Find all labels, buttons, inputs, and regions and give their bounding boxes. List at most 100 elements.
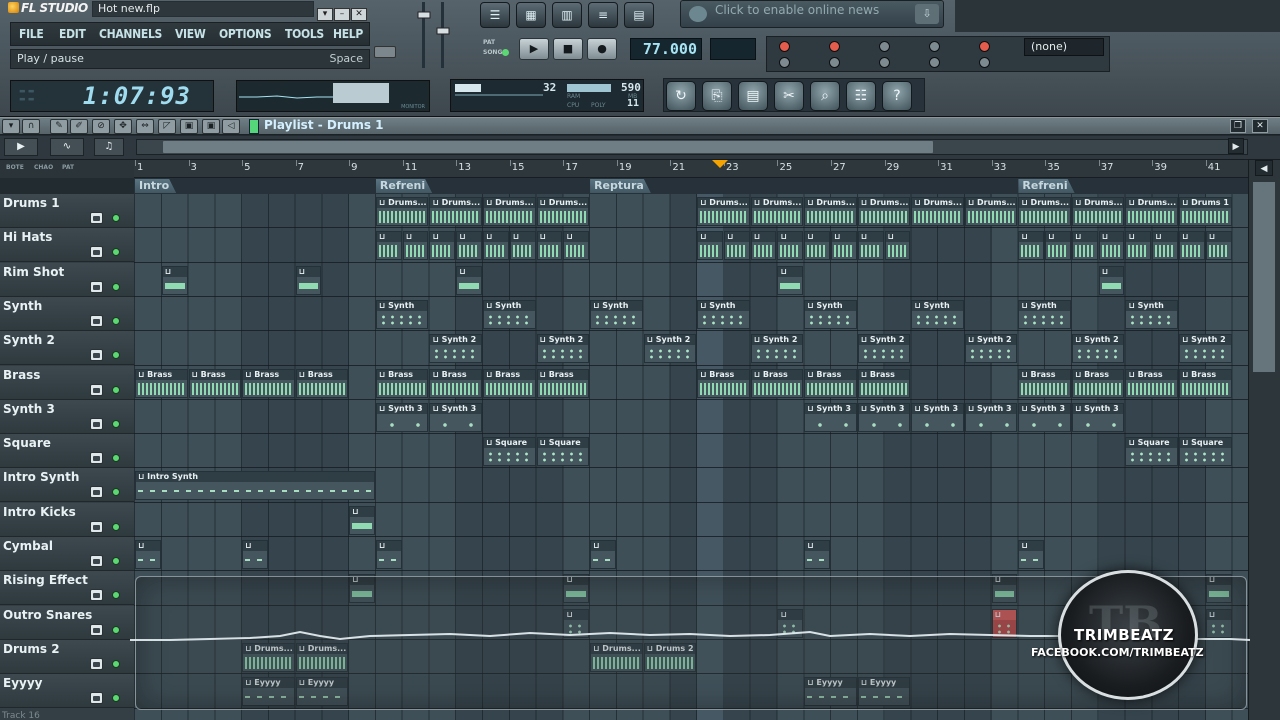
pattern-clip[interactable]: ⊔ — [723, 231, 750, 261]
maximize-icon[interactable]: ❐ — [1230, 119, 1246, 133]
pattern-clip[interactable]: ⊔ — [1205, 231, 1232, 261]
track-mute-led[interactable] — [112, 282, 120, 291]
pattern-clip[interactable]: ⊔ — [295, 265, 322, 295]
pattern-clip[interactable]: ⊔ Brass — [242, 368, 295, 398]
pattern-clip[interactable]: ⊔ — [242, 540, 268, 569]
menu-tools[interactable]: TOOLS — [285, 27, 324, 41]
pattern-clip[interactable]: ⊔ — [1179, 231, 1205, 261]
pattern-clip[interactable]: ⊔ Drums... — [1018, 197, 1071, 226]
lock-icon[interactable] — [90, 486, 103, 499]
pattern-clip[interactable]: ⊔ Drums 1 — [1179, 197, 1232, 226]
play-truncated-icon[interactable]: ▶ — [4, 138, 38, 156]
track-mute-led[interactable] — [112, 214, 120, 222]
pattern-clip[interactable]: ⊔ — [750, 231, 777, 261]
track-mute-led[interactable] — [112, 557, 120, 565]
pattern-clip[interactable]: ⊔ Synth 2 — [964, 334, 1018, 364]
horizontal-scrollbar[interactable] — [136, 139, 1248, 155]
scroll-up-icon[interactable]: ◀ — [1255, 160, 1273, 176]
master-volume-fader[interactable] — [414, 0, 454, 72]
pattern-clip[interactable]: ⊔ Brass — [295, 368, 349, 398]
pattern-clip[interactable]: ⊔ Synth — [1125, 299, 1179, 329]
menu-edit[interactable]: EDIT — [59, 27, 86, 41]
download-icon[interactable]: ⇩ — [915, 4, 939, 24]
menu-file[interactable]: FILE — [19, 27, 44, 41]
track-mute-led[interactable] — [112, 625, 120, 634]
pattern-clip[interactable]: ⊔ Brass — [1018, 368, 1071, 398]
pattern-clip[interactable]: ⊔ Drums... — [911, 197, 964, 226]
pattern-clip[interactable]: ⊔ — [857, 231, 884, 261]
snap-selector[interactable]: (none) — [1024, 38, 1104, 56]
pattern-clip[interactable]: ⊔ Drums... — [429, 197, 482, 226]
scroll-led[interactable] — [929, 57, 940, 68]
pattern-clip[interactable]: ⊔ — [1071, 231, 1098, 261]
track-header[interactable]: Hi Hats — [0, 228, 134, 263]
cut-icon[interactable]: ✂ — [774, 81, 804, 111]
pattern-clip[interactable]: ⊔ — [1152, 231, 1179, 261]
pattern-clip[interactable]: ⊔ Synth — [1018, 299, 1071, 329]
pattern-clip[interactable]: ⊔ Square — [1179, 437, 1232, 467]
pattern-clip[interactable]: ⊔ — [804, 540, 831, 569]
track-header[interactable]: Drums 1 — [0, 194, 134, 228]
track-mute-led[interactable] — [112, 488, 120, 497]
slip-icon[interactable]: ✥ — [114, 119, 132, 134]
select-icon[interactable]: ◸ — [158, 119, 176, 134]
track-header[interactable]: Rim Shot — [0, 262, 134, 297]
lock-icon[interactable] — [90, 555, 103, 567]
step-sequencer-shortcut-icon[interactable]: ▦ — [516, 2, 546, 28]
blend-led[interactable] — [929, 41, 940, 52]
pattern-clip[interactable]: ⊔ — [697, 231, 723, 261]
loop-record-led[interactable] — [879, 57, 890, 68]
playback-icon[interactable]: ▣ — [202, 119, 220, 134]
pattern-clip[interactable]: ⊔ Synth 2 — [857, 334, 911, 364]
marker-lane[interactable]: Intro Refreni Reptura Refreni — [134, 178, 1248, 194]
pattern-clip[interactable]: ⊔ Brass — [1179, 368, 1232, 398]
track-mute-led[interactable] — [112, 591, 120, 600]
pattern-clip[interactable]: ⊔ Synth 2 — [750, 334, 804, 364]
pattern-selector[interactable] — [710, 38, 756, 60]
pattern-clip[interactable]: ⊔ Square — [1125, 437, 1179, 467]
pattern-clip[interactable]: ⊔ Synth 3 — [804, 402, 857, 432]
track-header[interactable]: Cymbal — [0, 537, 134, 571]
pattern-clip[interactable]: ⊔ Brass — [1071, 368, 1125, 398]
track-header[interactable]: Synth 3 — [0, 399, 134, 434]
pattern-clip[interactable]: ⊔ — [456, 265, 482, 295]
pattern-clip[interactable]: ⊔ — [375, 540, 402, 569]
pattern-clip[interactable]: ⊔ — [483, 231, 509, 261]
marker[interactable]: Reptura — [590, 179, 651, 193]
pattern-clip[interactable]: ⊔ Drums... — [750, 197, 804, 226]
pattern-clip[interactable]: ⊔ Square — [483, 437, 536, 467]
pattern-clip[interactable]: ⊔ Synth 2 — [1179, 334, 1232, 364]
pattern-clip[interactable]: ⊔ Brass — [1125, 368, 1179, 398]
track-header[interactable]: Intro Kicks — [0, 502, 134, 537]
playlist-shortcut-icon[interactable]: ☰ — [480, 2, 510, 28]
pencil-icon[interactable]: ✎ — [50, 119, 68, 134]
pattern-clip[interactable]: ⊔ Drums... — [1125, 197, 1179, 226]
pattern-clip[interactable]: ⊔ — [831, 231, 857, 261]
slice-icon[interactable]: ⇔ — [136, 119, 154, 134]
track-header[interactable]: Square — [0, 434, 134, 469]
pattern-clip[interactable]: ⊔ Brass — [697, 368, 750, 398]
play-button[interactable]: ▶ — [519, 38, 549, 60]
step-edit-led[interactable] — [829, 57, 840, 68]
pattern-clip[interactable]: ⊔ — [1098, 231, 1125, 261]
pattern-clip[interactable]: ⊔ Brass — [804, 368, 857, 398]
pattern-clip[interactable]: ⊔ Synth 3 — [375, 402, 429, 432]
vertical-scrollbar[interactable]: ◀ — [1248, 160, 1280, 720]
pattern-clip[interactable]: ⊔ Synth — [483, 299, 536, 329]
pat-mode-label[interactable]: PAT — [483, 39, 495, 46]
pattern-clip[interactable]: ⊔ Synth 2 — [429, 334, 482, 364]
lock-icon[interactable] — [90, 623, 103, 636]
track-mute-led[interactable] — [112, 419, 120, 428]
pattern-clip[interactable]: ⊔ Synth — [590, 299, 643, 329]
playlist-title[interactable]: Playlist - Drums 1 — [264, 118, 384, 132]
pattern-clip[interactable]: ⊔ Synth — [375, 299, 429, 329]
playlist-close-icon[interactable]: ✕ — [1252, 119, 1268, 133]
pattern-clip[interactable]: ⊔ — [536, 231, 563, 261]
pattern-clip[interactable]: ⊔ — [590, 540, 616, 569]
pattern-clip[interactable]: ⊔ — [429, 231, 456, 261]
pattern-clip[interactable]: ⊔ Synth 2 — [536, 334, 590, 364]
song-position-marker[interactable] — [712, 160, 728, 168]
pattern-clip[interactable]: ⊔ Synth — [911, 299, 964, 329]
minimize-icon[interactable]: – — [334, 8, 350, 21]
track-mute-led[interactable] — [112, 248, 120, 257]
